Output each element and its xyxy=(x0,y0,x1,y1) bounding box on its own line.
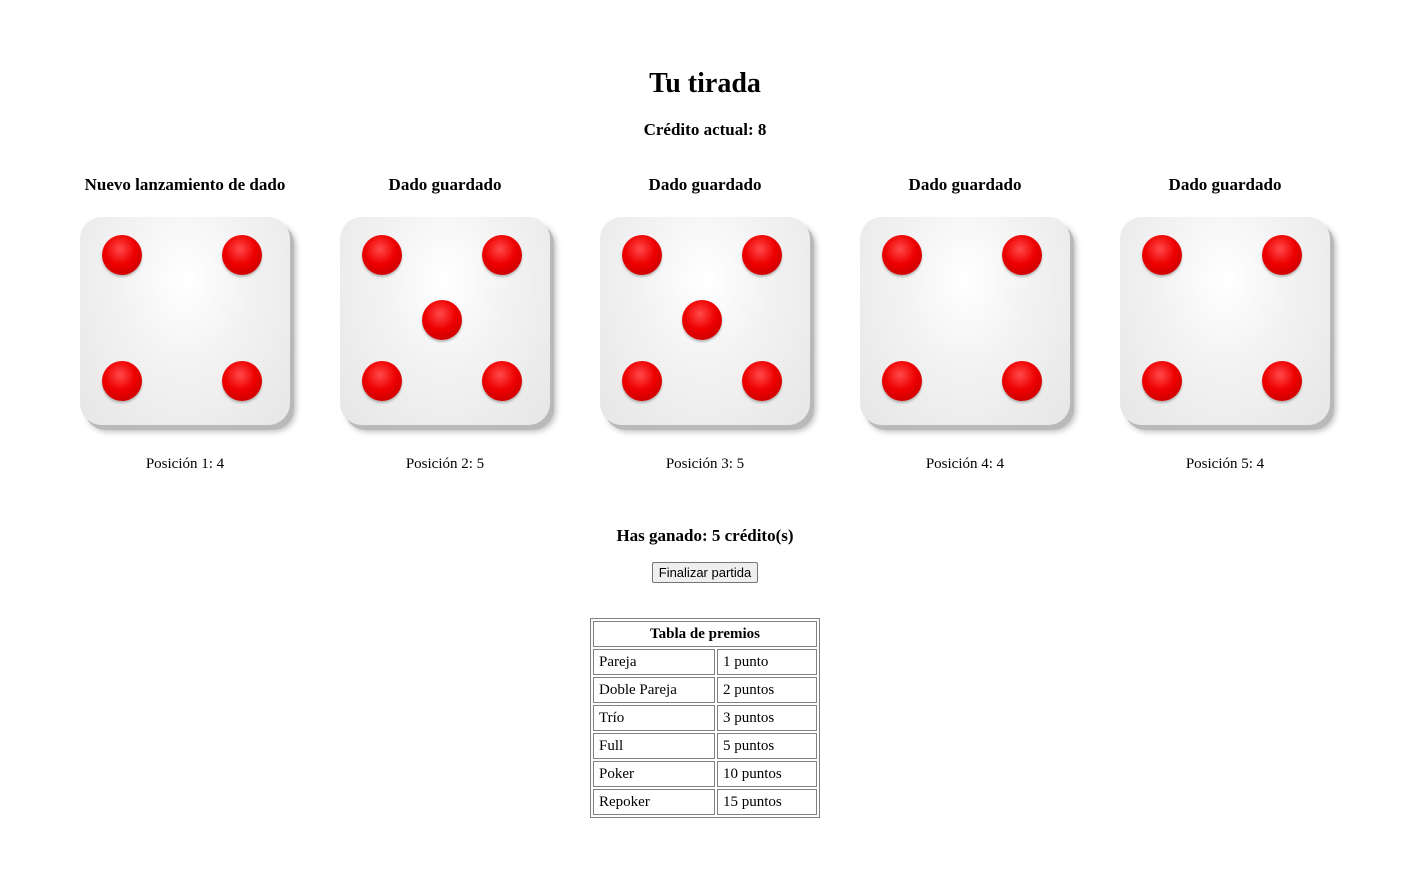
pip-dot xyxy=(362,235,402,275)
pip-dot xyxy=(102,235,142,275)
die-1-image xyxy=(80,217,290,425)
die-column-4: Dado guardado Posición 4: 4 xyxy=(835,175,1095,473)
pip-dot xyxy=(222,235,262,275)
die-4-image xyxy=(860,217,1070,425)
pip-dot xyxy=(1142,361,1182,401)
pip-dot xyxy=(1002,361,1042,401)
pip-dot xyxy=(882,235,922,275)
die-column-3: Dado guardado Posición 3: 5 xyxy=(575,175,835,473)
prize-name-cell: Pareja xyxy=(593,649,715,675)
prize-table-header-row: Tabla de premios xyxy=(593,621,817,647)
prize-table-caption: Tabla de premios xyxy=(593,621,817,647)
die-column-2: Dado guardado Posición 2: 5 xyxy=(315,175,575,473)
prize-points-cell: 10 puntos xyxy=(717,761,817,787)
pip-dot xyxy=(622,235,662,275)
table-row: Trío 3 puntos xyxy=(593,705,817,731)
pip-dot xyxy=(1262,235,1302,275)
pip-dot xyxy=(102,361,142,401)
table-row: Pareja 1 punto xyxy=(593,649,817,675)
table-row: Repoker 15 puntos xyxy=(593,789,817,815)
pip-dot xyxy=(482,361,522,401)
die-3-image xyxy=(600,217,810,425)
die-position-caption: Posición 5: 4 xyxy=(1185,456,1265,472)
page: Tu tirada Crédito actual: 8 Nuevo lanzam… xyxy=(0,0,1410,870)
pip-dot xyxy=(482,235,522,275)
prize-name-cell: Trío xyxy=(593,705,715,731)
pip-dot xyxy=(1002,235,1042,275)
prize-points-cell: 1 punto xyxy=(717,649,817,675)
pip-dot xyxy=(742,361,782,401)
table-row: Doble Pareja 2 puntos xyxy=(593,677,817,703)
die-heading: Dado guardado xyxy=(648,175,762,194)
die-2-image xyxy=(340,217,550,425)
dice-row: Nuevo lanzamiento de dado Posición 1: 4 … xyxy=(55,175,1355,473)
die-column-1: Nuevo lanzamiento de dado Posición 1: 4 xyxy=(55,175,315,473)
prize-name-cell: Doble Pareja xyxy=(593,677,715,703)
current-credit: Crédito actual: 8 xyxy=(643,120,767,139)
die-heading: Nuevo lanzamiento de dado xyxy=(84,175,286,194)
pip-dot xyxy=(1262,361,1302,401)
die-heading: Dado guardado xyxy=(1168,175,1282,194)
prize-points-cell: 5 puntos xyxy=(717,733,817,759)
won-credits-text: Has ganado: 5 crédito(s) xyxy=(616,526,794,545)
pip-dot xyxy=(222,361,262,401)
prize-name-cell: Repoker xyxy=(593,789,715,815)
die-column-5: Dado guardado Posición 5: 4 xyxy=(1095,175,1355,473)
prize-name-cell: Poker xyxy=(593,761,715,787)
prize-points-cell: 3 puntos xyxy=(717,705,817,731)
prize-table: Tabla de premios Pareja 1 punto Doble Pa… xyxy=(590,618,820,818)
die-heading: Dado guardado xyxy=(908,175,1022,194)
prize-points-cell: 2 puntos xyxy=(717,677,817,703)
die-heading: Dado guardado xyxy=(388,175,502,194)
table-row: Poker 10 puntos xyxy=(593,761,817,787)
pip-dot xyxy=(882,361,922,401)
pip-dot xyxy=(682,300,722,340)
pip-dot xyxy=(742,235,782,275)
pip-dot xyxy=(1142,235,1182,275)
table-row: Full 5 puntos xyxy=(593,733,817,759)
prize-name-cell: Full xyxy=(593,733,715,759)
prize-points-cell: 15 puntos xyxy=(717,789,817,815)
die-position-caption: Posición 1: 4 xyxy=(145,456,225,472)
die-5-image xyxy=(1120,217,1330,425)
pip-dot xyxy=(622,361,662,401)
die-position-caption: Posición 4: 4 xyxy=(925,456,1005,472)
pip-dot xyxy=(362,361,402,401)
die-position-caption: Posición 3: 5 xyxy=(665,456,745,472)
page-title: Tu tirada xyxy=(649,68,761,99)
pip-dot xyxy=(422,300,462,340)
finish-game-button[interactable]: Finalizar partida xyxy=(651,562,759,583)
die-position-caption: Posición 2: 5 xyxy=(405,456,485,472)
finish-button-wrap: Finalizar partida xyxy=(0,562,1410,583)
